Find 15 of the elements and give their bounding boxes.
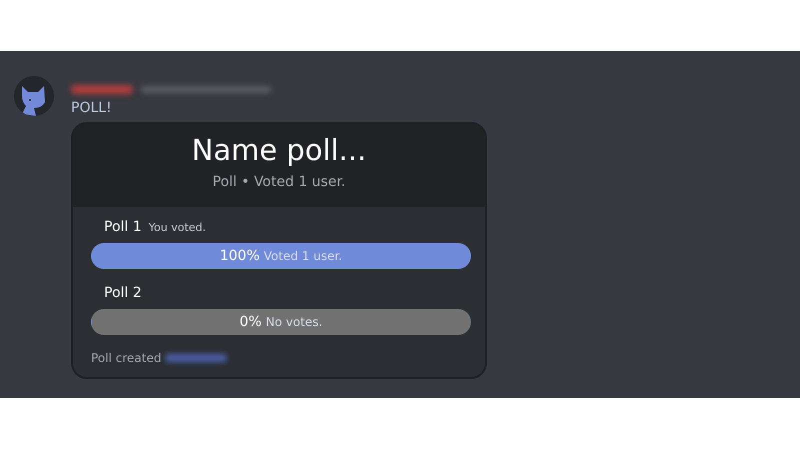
option-label: Poll 1 xyxy=(104,219,142,235)
poll-subtitle: Poll • Voted 1 user. xyxy=(212,174,346,190)
option-label: Poll 2 xyxy=(104,285,142,301)
option-percent: 100% xyxy=(220,248,260,264)
option-votes: No votes. xyxy=(266,315,322,329)
redacted-creator xyxy=(165,354,228,362)
option-bar[interactable]: 100% Voted 1 user. xyxy=(91,243,471,269)
option-percent: 0% xyxy=(240,314,262,330)
message-text: POLL! xyxy=(71,100,112,116)
poll-footer: Poll created xyxy=(91,351,162,365)
poll-title: Name poll... xyxy=(192,132,366,168)
option-votes: Voted 1 user. xyxy=(264,249,342,263)
option-bar[interactable]: 0% No votes. xyxy=(91,309,471,335)
redacted-username xyxy=(71,84,133,94)
vote-note: You voted. xyxy=(148,221,206,234)
